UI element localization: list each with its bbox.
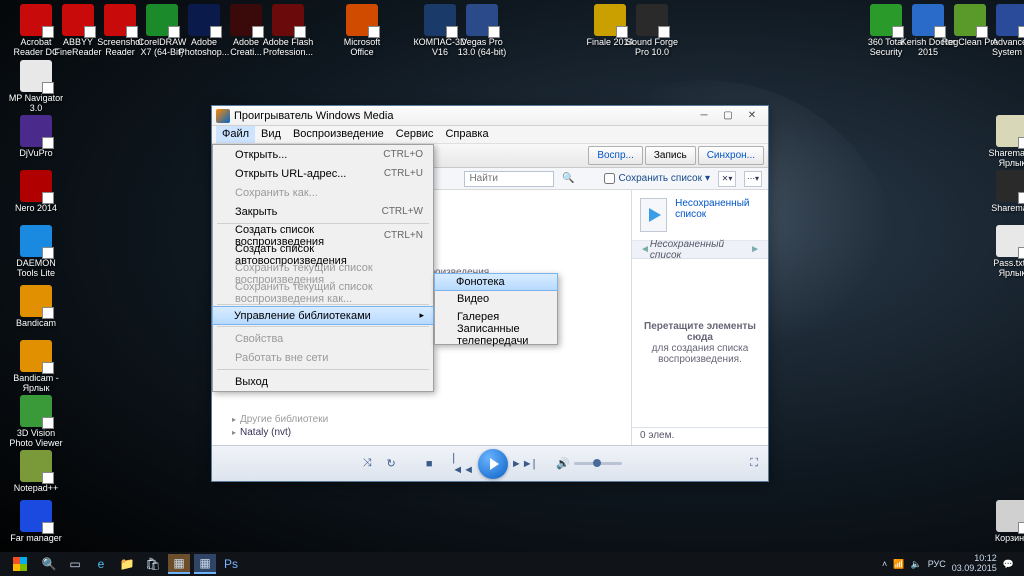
bandicam-task[interactable]: ▦: [168, 554, 190, 574]
search-button[interactable]: 🔍: [38, 554, 60, 574]
prev-button[interactable]: |◄◄: [454, 455, 472, 473]
desktop-icon[interactable]: Notepad++: [6, 450, 66, 494]
desktop-icon[interactable]: Корзина: [982, 500, 1024, 544]
task-view-button[interactable]: ▭: [64, 554, 86, 574]
player-controls: ⤨ ↻ ■ |◄◄ ►►| 🔊 ⛶: [212, 445, 768, 481]
play-button[interactable]: [478, 449, 508, 479]
desktop-icon[interactable]: Far manager: [6, 500, 66, 544]
repeat-button[interactable]: ↻: [382, 455, 400, 473]
start-button[interactable]: [6, 554, 34, 574]
drag-hint-2: для создания списка: [652, 343, 749, 354]
wmp-icon: [216, 109, 230, 123]
submenu-item[interactable]: Видео: [435, 290, 557, 308]
minimize-button[interactable]: ─: [692, 108, 716, 124]
desktop-icon[interactable]: Bandicam - Ярлык: [6, 340, 66, 394]
titlebar[interactable]: Проигрыватель Windows Media ─ ▢ ✕: [212, 106, 768, 126]
drag-hint-3: воспроизведения.: [658, 354, 742, 365]
file-menu-item[interactable]: Открыть URL-адрес...CTRL+U: [213, 164, 433, 183]
save-list-checkbox[interactable]: Сохранить список ▾: [604, 173, 710, 184]
file-menu-item[interactable]: Открыть...CTRL+O: [213, 145, 433, 164]
prev-playlist-icon[interactable]: ◄: [640, 244, 650, 255]
desktop-icon[interactable]: Vegas Pro 13.0 (64-bit): [452, 4, 512, 58]
menu-вид[interactable]: Вид: [255, 126, 287, 143]
file-menu: Открыть...CTRL+OОткрыть URL-адрес...CTRL…: [212, 144, 434, 392]
photoshop-task[interactable]: Ps: [220, 554, 242, 574]
menu-справка[interactable]: Справка: [439, 126, 494, 143]
playlist-pane: Несохраненный список ◄ Несохраненный спи…: [632, 190, 768, 445]
store-icon[interactable]: 🛍: [142, 554, 164, 574]
desktop-icon[interactable]: DjVuPro: [6, 115, 66, 159]
next-playlist-icon[interactable]: ►: [750, 244, 760, 255]
desktop-icon[interactable]: Shareman: [982, 170, 1024, 214]
edge-icon[interactable]: e: [90, 554, 112, 574]
mute-button[interactable]: 🔊: [556, 457, 570, 470]
shuffle-button[interactable]: ⤨: [358, 455, 376, 473]
submenu-item[interactable]: Записанные телепередачи: [435, 326, 557, 344]
playlist-count: 0 элем.: [632, 427, 768, 445]
playlist-thumb-icon: [640, 198, 667, 232]
explorer-icon[interactable]: 📁: [116, 554, 138, 574]
window-title: Проигрыватель Windows Media: [234, 110, 393, 122]
tree-other-libraries[interactable]: Другие библиотеки: [220, 413, 623, 426]
volume-icon[interactable]: 🔈: [910, 559, 921, 570]
drag-hint-1: Перетащите элементы сюда: [640, 321, 760, 343]
file-menu-item: Сохранить текущий список воспроизведения…: [213, 283, 433, 302]
sync-tab[interactable]: Синхрон...: [698, 146, 764, 165]
manage-libraries-submenu: ФонотекаВидеоГалереяЗаписанные телеперед…: [434, 273, 558, 345]
file-menu-item: Свойства: [213, 329, 433, 348]
notifications-icon[interactable]: 💬: [1003, 559, 1014, 570]
next-button[interactable]: ►►|: [514, 455, 532, 473]
record-tab[interactable]: Запись: [645, 146, 696, 165]
maximize-button[interactable]: ▢: [716, 108, 740, 124]
tray-up-icon[interactable]: ˄: [882, 559, 887, 569]
tree-user-library[interactable]: Nataly (nvt): [220, 426, 623, 439]
desktop-icon[interactable]: Pass.txt - Ярлык: [982, 225, 1024, 279]
file-menu-item[interactable]: ЗакрытьCTRL+W: [213, 202, 433, 221]
taskbar: 🔍 ▭ e 📁 🛍 ▦ ▦ Ps ˄ 📶 🔈 РУС 10:1203.09.20…: [0, 552, 1024, 576]
stop-button[interactable]: ■: [420, 455, 438, 473]
wmp-window: Проигрыватель Windows Media ─ ▢ ✕ ФайлВи…: [211, 105, 769, 482]
unsaved-playlist-link[interactable]: Несохраненный список: [675, 198, 760, 220]
desktop-icon[interactable]: Nero 2014: [6, 170, 66, 214]
network-icon[interactable]: 📶: [893, 559, 904, 570]
clock[interactable]: 10:1203.09.2015: [952, 554, 997, 574]
file-menu-item: Работать вне сети: [213, 348, 433, 367]
menu-файл[interactable]: Файл: [216, 126, 255, 143]
desktop-icon[interactable]: 3D Vision Photo Viewer: [6, 395, 66, 449]
menubar: ФайлВидВоспроизведениеСервисСправка Откр…: [212, 126, 768, 144]
volume-slider[interactable]: [574, 462, 622, 465]
desktop-icon[interactable]: Advanced System ...: [982, 4, 1024, 58]
wmp-task[interactable]: ▦: [194, 554, 216, 574]
desktop-icon[interactable]: Adobe Flash Profession...: [258, 4, 318, 58]
play-tab[interactable]: Воспр...: [588, 146, 643, 165]
desktop-icon[interactable]: Sound Forge Pro 10.0: [622, 4, 682, 58]
file-menu-item[interactable]: Выход: [213, 372, 433, 391]
menu-воспроизведение[interactable]: Воспроизведение: [287, 126, 390, 143]
search-icon[interactable]: 🔍: [560, 173, 576, 184]
desktop-icon[interactable]: DAEMON Tools Lite: [6, 225, 66, 279]
playlist-nav-title: Несохраненный список: [650, 239, 750, 261]
list-options-icon[interactable]: ⋯▾: [744, 171, 762, 187]
lang-indicator[interactable]: РУС: [928, 559, 946, 569]
desktop-icon[interactable]: Shareman - Ярлык: [982, 115, 1024, 169]
desktop-icon[interactable]: Microsoft Office: [332, 4, 392, 58]
desktop-icon[interactable]: Bandicam: [6, 285, 66, 329]
clear-list-icon[interactable]: ✕▾: [718, 171, 736, 187]
file-menu-item[interactable]: Управление библиотеками▸: [212, 306, 434, 325]
desktop-icon[interactable]: MP Navigator 3.0: [6, 60, 66, 114]
fullscreen-button[interactable]: ⛶: [750, 457, 758, 470]
close-button[interactable]: ✕: [740, 108, 764, 124]
menu-сервис[interactable]: Сервис: [390, 126, 440, 143]
search-input[interactable]: [464, 171, 554, 187]
submenu-item[interactable]: Фонотека: [434, 273, 558, 291]
file-menu-item: Сохранить как...: [213, 183, 433, 202]
